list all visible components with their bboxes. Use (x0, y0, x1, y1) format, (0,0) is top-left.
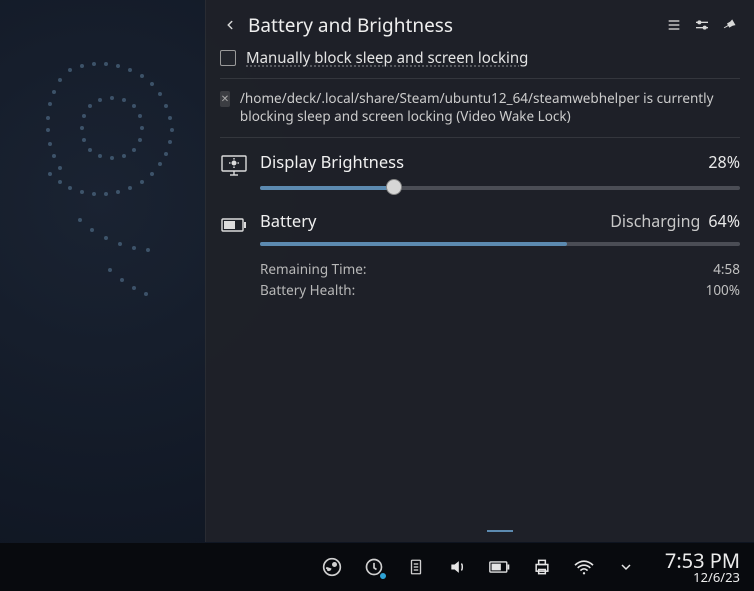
update-indicator-dot (380, 573, 386, 579)
brightness-section: Display Brightness 28% (220, 138, 740, 197)
brightness-monitor-icon (220, 154, 248, 178)
update-tray-icon[interactable] (363, 556, 385, 578)
popup-header: Battery and Brightness (220, 8, 740, 42)
back-button[interactable] (220, 15, 240, 35)
battery-section: Battery Discharging 64% Remaining Time: … (220, 197, 740, 299)
tray-expand-icon[interactable] (615, 556, 637, 578)
wifi-tray-icon[interactable] (573, 556, 595, 578)
battery-title: Battery (260, 209, 316, 232)
clipboard-tray-icon[interactable] (405, 556, 427, 578)
brightness-slider[interactable] (260, 179, 740, 197)
taskbar: 7:53 PM 12/6/23 (0, 543, 754, 591)
printer-tray-icon[interactable] (531, 556, 553, 578)
wake-lock-info: ✕ /home/deck/.local/share/Steam/ubuntu12… (220, 79, 740, 138)
battery-details: Remaining Time: 4:58 Battery Health: 100… (260, 260, 740, 299)
steam-tray-icon[interactable] (321, 556, 343, 578)
wake-lock-message: /home/deck/.local/share/Steam/ubuntu12_6… (240, 89, 740, 125)
battery-tray-icon[interactable] (489, 556, 511, 578)
battery-icon (220, 213, 248, 237)
block-sleep-label: Manually block sleep and screen locking (246, 48, 528, 68)
battery-status: Discharging (610, 210, 700, 232)
system-tray (321, 556, 637, 578)
brightness-slider-thumb[interactable] (386, 179, 402, 195)
popup-title: Battery and Brightness (248, 12, 453, 38)
brightness-percent: 28% (708, 151, 740, 173)
battery-health-value: 100% (706, 281, 740, 299)
active-indicator (487, 530, 513, 532)
block-sleep-row[interactable]: Manually block sleep and screen locking (220, 42, 740, 79)
hamburger-icon[interactable] (664, 15, 684, 35)
brightness-title: Display Brightness (260, 150, 404, 173)
sliders-icon[interactable] (692, 15, 712, 35)
taskbar-clock[interactable]: 7:53 PM 12/6/23 (665, 550, 740, 585)
battery-health-label: Battery Health: (260, 281, 706, 299)
volume-tray-icon[interactable] (447, 556, 469, 578)
remaining-time-value: 4:58 (713, 260, 740, 278)
pin-icon[interactable] (720, 15, 740, 35)
remaining-time-label: Remaining Time: (260, 260, 713, 278)
block-sleep-checkbox[interactable] (220, 50, 236, 66)
battery-brightness-popup: Battery and Brightness Manually block sl… (205, 0, 754, 542)
battery-progress (260, 242, 740, 246)
info-icon: ✕ (220, 91, 230, 107)
battery-percent: 64% (708, 210, 740, 232)
